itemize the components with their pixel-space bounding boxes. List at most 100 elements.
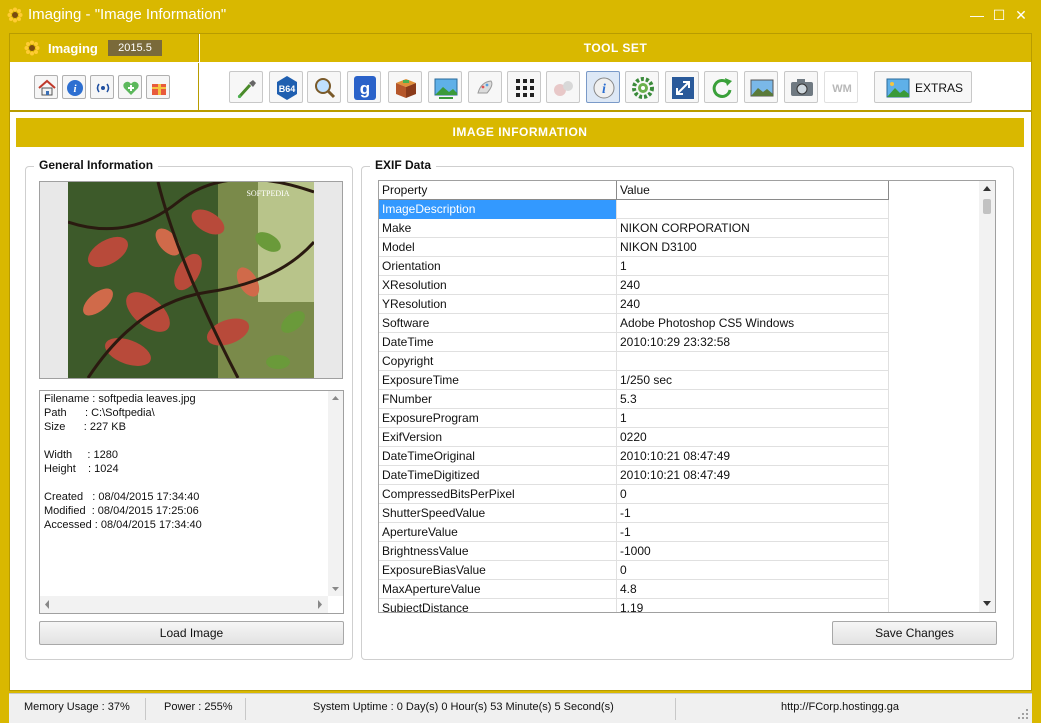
- grid-tool[interactable]: [507, 71, 541, 103]
- value-cell[interactable]: 1: [617, 409, 889, 428]
- property-cell[interactable]: ImageDescription: [379, 200, 617, 219]
- value-cell[interactable]: 4.8: [617, 580, 889, 599]
- table-row[interactable]: ExposureBiasValue 0: [379, 561, 889, 580]
- value-cell[interactable]: 1: [617, 257, 889, 276]
- table-row[interactable]: YResolution 240: [379, 295, 889, 314]
- value-cell[interactable]: NIKON CORPORATION: [617, 219, 889, 238]
- close-button[interactable]: ✕: [1010, 5, 1032, 25]
- base64-tool[interactable]: B64: [269, 71, 303, 103]
- property-cell[interactable]: SubjectDistance: [379, 599, 617, 612]
- value-cell[interactable]: 1/250 sec: [617, 371, 889, 390]
- table-row[interactable]: Make NIKON CORPORATION: [379, 219, 889, 238]
- exif-table[interactable]: Property Value ImageDescription Make NIKON…: [378, 180, 996, 613]
- property-cell[interactable]: FNumber: [379, 390, 617, 409]
- table-row[interactable]: Model NIKON D3100: [379, 238, 889, 257]
- property-cell[interactable]: Software: [379, 314, 617, 333]
- property-cell[interactable]: ExposureTime: [379, 371, 617, 390]
- property-cell[interactable]: CompressedBitsPerPixel: [379, 485, 617, 504]
- value-cell[interactable]: Adobe Photoshop CS5 Windows: [617, 314, 889, 333]
- maximize-button[interactable]: ☐: [988, 5, 1010, 25]
- property-cell[interactable]: ShutterSpeedValue: [379, 504, 617, 523]
- table-row[interactable]: SubjectDistance 1.19: [379, 599, 889, 612]
- table-row[interactable]: FNumber 5.3: [379, 390, 889, 409]
- property-cell[interactable]: ApertureValue: [379, 523, 617, 542]
- resize-tool[interactable]: [665, 71, 699, 103]
- watermark-tool[interactable]: WM: [824, 71, 858, 103]
- value-cell[interactable]: 240: [617, 295, 889, 314]
- property-cell[interactable]: DateTimeDigitized: [379, 466, 617, 485]
- property-cell[interactable]: YResolution: [379, 295, 617, 314]
- property-cell[interactable]: DateTime: [379, 333, 617, 352]
- color-picker-tool[interactable]: [229, 71, 263, 103]
- value-cell[interactable]: 2010:10:21 08:47:49: [617, 447, 889, 466]
- about-button[interactable]: i: [62, 75, 86, 99]
- value-cell[interactable]: 0: [617, 485, 889, 504]
- property-cell[interactable]: Make: [379, 219, 617, 238]
- property-cell[interactable]: Orientation: [379, 257, 617, 276]
- table-row[interactable]: BrightnessValue -1000: [379, 542, 889, 561]
- value-cell[interactable]: -1: [617, 504, 889, 523]
- value-cell[interactable]: 0: [617, 561, 889, 580]
- package-tool[interactable]: [388, 71, 422, 103]
- image-convert-tool[interactable]: [428, 71, 462, 103]
- save-changes-button[interactable]: Save Changes: [832, 621, 997, 645]
- table-row[interactable]: XResolution 240: [379, 276, 889, 295]
- table-row[interactable]: Copyright: [379, 352, 889, 371]
- paint-tool[interactable]: [468, 71, 502, 103]
- property-cell[interactable]: BrightnessValue: [379, 542, 617, 561]
- file-info-box[interactable]: Filename : softpedia leaves.jpg Path : C…: [39, 390, 344, 614]
- column-header-property[interactable]: Property: [379, 181, 617, 200]
- value-cell[interactable]: [617, 352, 889, 371]
- scroll-thumb[interactable]: [983, 199, 991, 214]
- favorite-button[interactable]: [118, 75, 142, 99]
- property-cell[interactable]: Model: [379, 238, 617, 257]
- property-cell[interactable]: DateTimeOriginal: [379, 447, 617, 466]
- table-row[interactable]: ApertureValue -1: [379, 523, 889, 542]
- info-horizontal-scrollbar[interactable]: [40, 596, 328, 613]
- table-row[interactable]: DateTime 2010:10:29 23:32:58: [379, 333, 889, 352]
- photo-tool[interactable]: [744, 71, 778, 103]
- rotate-tool[interactable]: [704, 71, 738, 103]
- info-vertical-scrollbar[interactable]: [328, 391, 343, 596]
- column-header-value[interactable]: Value: [617, 181, 889, 200]
- camera-tool[interactable]: [784, 71, 818, 103]
- table-row[interactable]: Software Adobe Photoshop CS5 Windows: [379, 314, 889, 333]
- exif-vertical-scrollbar[interactable]: [979, 181, 995, 612]
- value-cell[interactable]: 2010:10:21 08:47:49: [617, 466, 889, 485]
- extras-button[interactable]: EXTRAS: [874, 71, 972, 103]
- broadcast-button[interactable]: [90, 75, 114, 99]
- resize-grip-icon[interactable]: [1016, 707, 1030, 721]
- value-cell[interactable]: -1: [617, 523, 889, 542]
- property-cell[interactable]: ExposureBiasValue: [379, 561, 617, 580]
- value-cell[interactable]: 2010:10:29 23:32:58: [617, 333, 889, 352]
- shapes-tool[interactable]: [546, 71, 580, 103]
- zoom-tool[interactable]: [307, 71, 341, 103]
- table-row[interactable]: ImageDescription: [379, 200, 889, 219]
- table-row[interactable]: DateTimeDigitized 2010:10:21 08:47:49: [379, 466, 889, 485]
- table-row[interactable]: DateTimeOriginal 2010:10:21 08:47:49: [379, 447, 889, 466]
- settings-tool[interactable]: [625, 71, 659, 103]
- table-row[interactable]: MaxApertureValue 4.8: [379, 580, 889, 599]
- value-cell[interactable]: [617, 200, 889, 219]
- table-row[interactable]: ExposureTime 1/250 sec: [379, 371, 889, 390]
- value-cell[interactable]: NIKON D3100: [617, 238, 889, 257]
- value-cell[interactable]: 1.19: [617, 599, 889, 612]
- minimize-button[interactable]: —: [966, 5, 988, 25]
- value-cell[interactable]: 0220: [617, 428, 889, 447]
- table-row[interactable]: ExposureProgram 1: [379, 409, 889, 428]
- table-row[interactable]: Orientation 1: [379, 257, 889, 276]
- property-cell[interactable]: XResolution: [379, 276, 617, 295]
- value-cell[interactable]: 5.3: [617, 390, 889, 409]
- value-cell[interactable]: -1000: [617, 542, 889, 561]
- load-image-button[interactable]: Load Image: [39, 621, 344, 645]
- gift-button[interactable]: [146, 75, 170, 99]
- value-cell[interactable]: 240: [617, 276, 889, 295]
- property-cell[interactable]: MaxApertureValue: [379, 580, 617, 599]
- table-row[interactable]: ShutterSpeedValue -1: [379, 504, 889, 523]
- home-button[interactable]: [34, 75, 58, 99]
- table-row[interactable]: ExifVersion 0220: [379, 428, 889, 447]
- property-cell[interactable]: Copyright: [379, 352, 617, 371]
- website-link[interactable]: http://FCorp.hostingg.ga: [781, 701, 899, 713]
- table-row[interactable]: CompressedBitsPerPixel 0: [379, 485, 889, 504]
- property-cell[interactable]: ExposureProgram: [379, 409, 617, 428]
